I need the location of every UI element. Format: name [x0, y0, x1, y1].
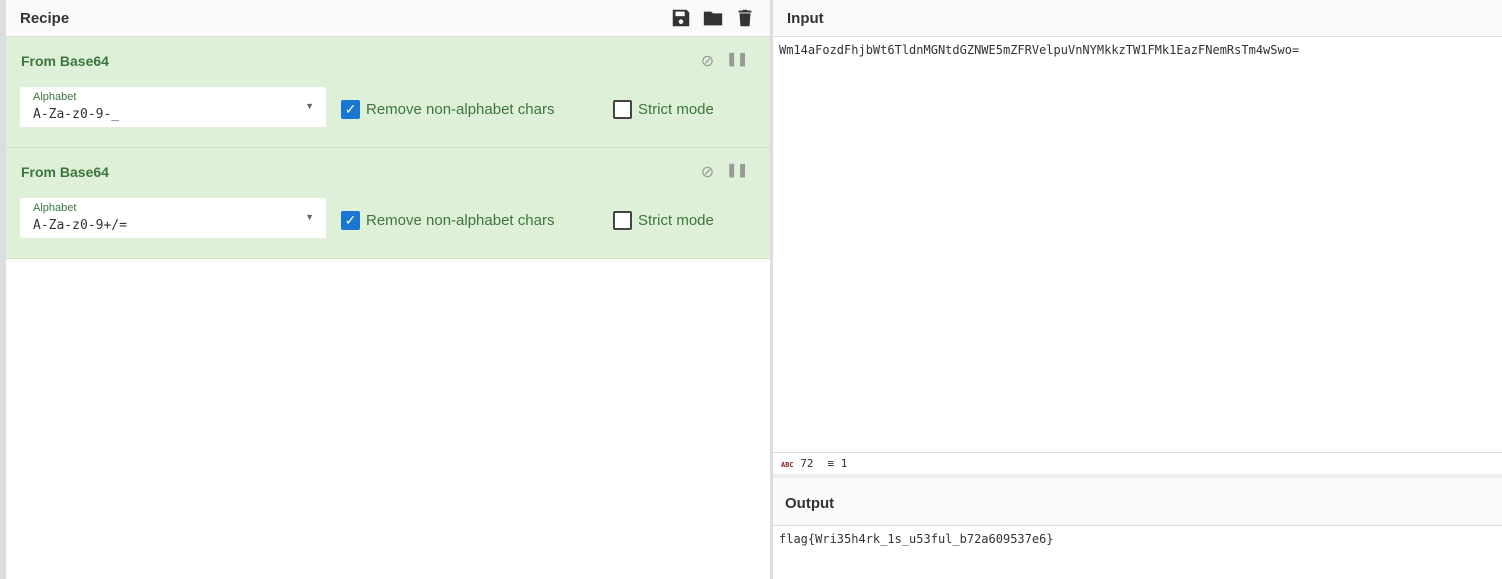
- input-header: Input: [773, 0, 1502, 37]
- line-count: 1: [840, 457, 848, 470]
- output-title: Output: [785, 495, 835, 512]
- char-count: 72: [800, 457, 814, 470]
- chevron-down-icon: ▼: [305, 212, 314, 222]
- alphabet-select[interactable]: Alphabet A-Za-z0-9-_ ▼: [20, 87, 326, 127]
- remove-label: Remove non-alphabet chars: [366, 212, 555, 229]
- recipe-panel: Recipe From Base64 ⊘ ❚❚ Alphabet A-Za-z0-…: [0, 0, 770, 579]
- alphabet-label: Alphabet: [33, 91, 77, 103]
- pause-icon[interactable]: ❚❚: [726, 51, 748, 71]
- strict-mode-checkbox[interactable]: Strict mode: [613, 211, 714, 230]
- operation-title: From Base64: [21, 164, 109, 180]
- output-textarea[interactable]: flag{Wri35h4rk_1s_u53ful_b72a609537e6}: [773, 527, 1502, 579]
- strict-mode-checkbox[interactable]: Strict mode: [613, 100, 714, 119]
- input-textarea[interactable]: Wm14aFozdFhjbWt6TldnMGNtdGZNWE5mZFRVelpu…: [773, 38, 1502, 452]
- chevron-down-icon: ▼: [305, 101, 314, 111]
- checkbox-icon[interactable]: [613, 100, 632, 119]
- recipe-header: Recipe: [6, 0, 770, 37]
- remove-label: Remove non-alphabet chars: [366, 101, 555, 118]
- strict-label: Strict mode: [638, 212, 714, 229]
- io-panel: Input Wm14aFozdFhjbWt6TldnMGNtdGZNWE5mZF…: [773, 0, 1502, 579]
- abc-icon: abc: [781, 461, 794, 469]
- alphabet-label: Alphabet: [33, 202, 77, 214]
- remove-non-alphabet-checkbox[interactable]: ✓ Remove non-alphabet chars: [341, 100, 554, 119]
- alphabet-value: A-Za-z0-9+/=: [33, 218, 127, 233]
- operation-title: From Base64: [21, 53, 109, 69]
- disable-icon[interactable]: ⊘: [701, 51, 714, 71]
- recipe-title: Recipe: [20, 9, 70, 27]
- operation-from-base64[interactable]: From Base64 ⊘ ❚❚ Alphabet A-Za-z0-9+/= ▼ …: [6, 148, 770, 259]
- output-header: Output: [773, 474, 1502, 526]
- disable-icon[interactable]: ⊘: [701, 162, 714, 182]
- trash-icon[interactable]: [734, 7, 756, 29]
- checkbox-icon[interactable]: [613, 211, 632, 230]
- input-status-bar: abc 72 ≡ 1: [773, 452, 1502, 474]
- lines-icon: ≡: [827, 457, 835, 470]
- operation-from-base64[interactable]: From Base64 ⊘ ❚❚ Alphabet A-Za-z0-9-_ ▼ ✓…: [6, 37, 770, 148]
- alphabet-select[interactable]: Alphabet A-Za-z0-9+/= ▼: [20, 198, 326, 238]
- save-icon[interactable]: [670, 7, 692, 29]
- checkbox-icon[interactable]: ✓: [341, 211, 360, 230]
- strict-label: Strict mode: [638, 101, 714, 118]
- pause-icon[interactable]: ❚❚: [726, 162, 748, 182]
- remove-non-alphabet-checkbox[interactable]: ✓ Remove non-alphabet chars: [341, 211, 554, 230]
- input-title: Input: [787, 9, 824, 27]
- folder-icon[interactable]: [702, 7, 724, 29]
- alphabet-value: A-Za-z0-9-_: [33, 107, 120, 122]
- checkbox-icon[interactable]: ✓: [341, 100, 360, 119]
